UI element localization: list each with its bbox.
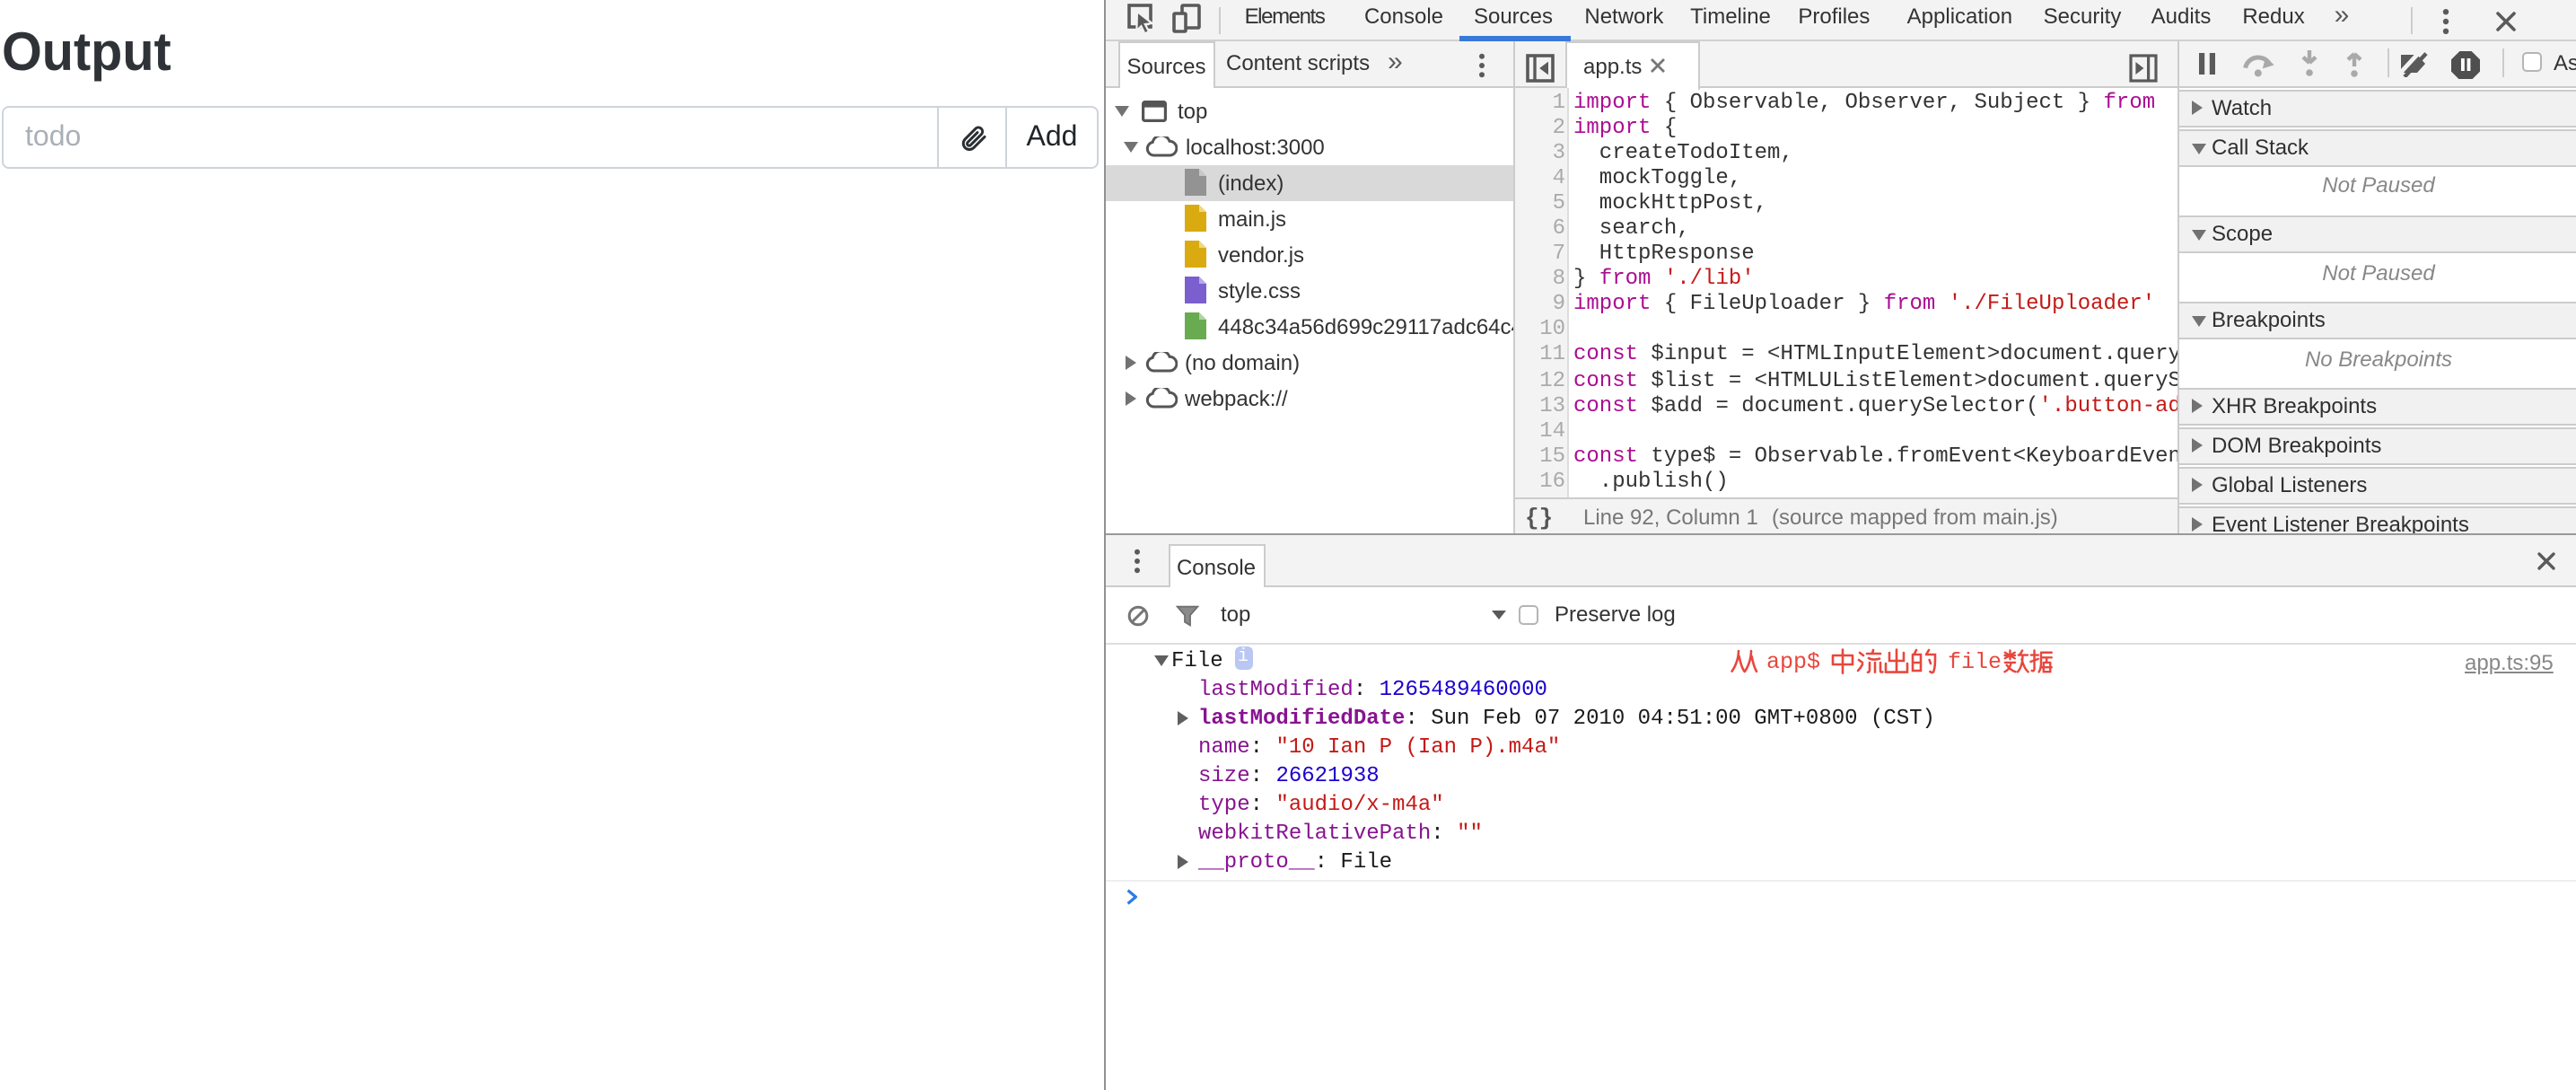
svg-text:app$: app$ [1766, 649, 1820, 673]
svg-text:file: file [1947, 649, 2001, 673]
